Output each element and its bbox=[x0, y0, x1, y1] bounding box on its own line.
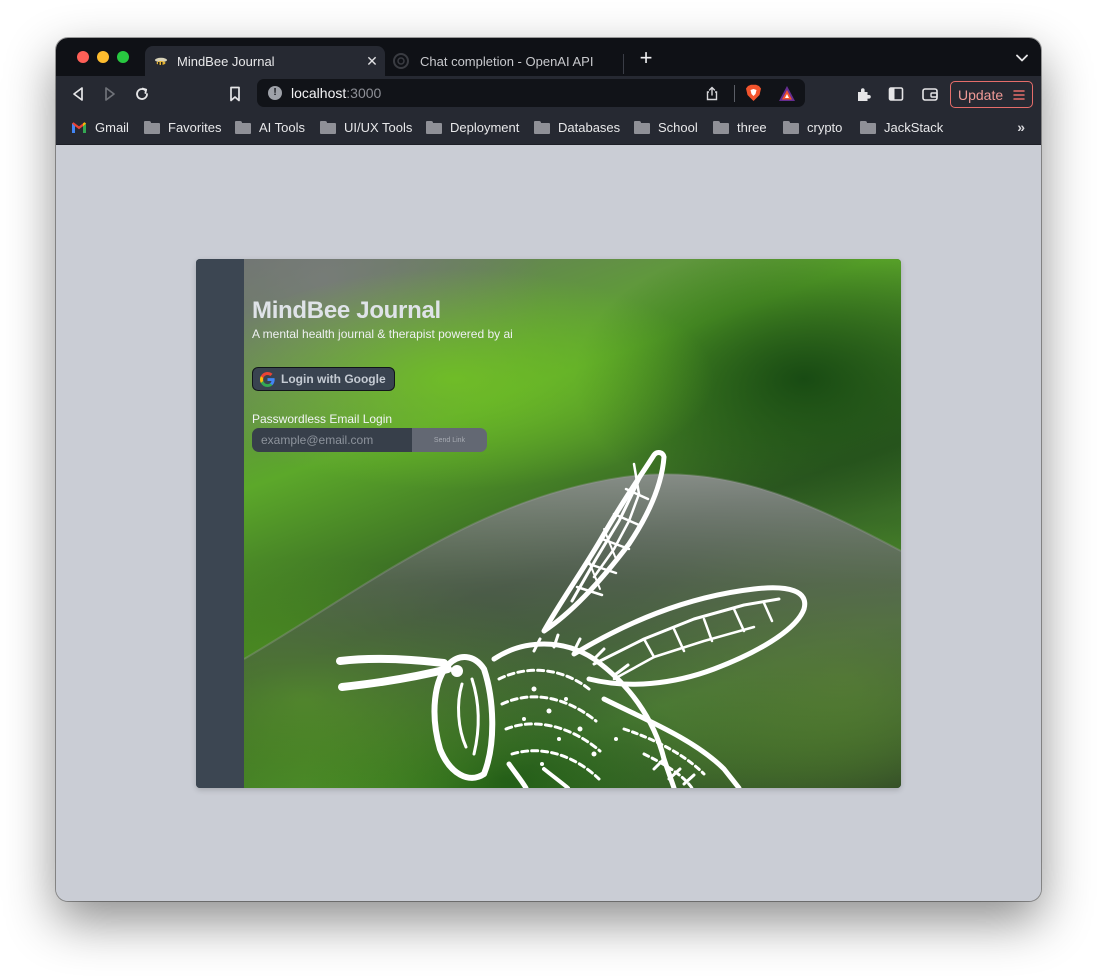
fullscreen-window-button[interactable] bbox=[117, 51, 129, 63]
openai-favicon-icon bbox=[393, 53, 409, 69]
folder-icon bbox=[144, 121, 160, 134]
brave-rewards-icon[interactable] bbox=[778, 85, 796, 102]
folder-icon bbox=[320, 121, 336, 134]
menu-icon bbox=[1013, 90, 1025, 100]
bookmark-label: three bbox=[737, 120, 767, 135]
folder-icon bbox=[235, 121, 251, 134]
send-link-button[interactable]: Send Link bbox=[412, 428, 487, 452]
new-tab-button[interactable]: + bbox=[636, 47, 656, 69]
folder-icon bbox=[534, 121, 550, 134]
bookmark-label: Databases bbox=[558, 120, 621, 135]
update-label: Update bbox=[958, 87, 1004, 103]
bookmark-label: UI/UX Tools bbox=[344, 120, 413, 135]
bookmark-folder-databases[interactable]: Databases bbox=[534, 120, 620, 135]
email-login-label: Passwordless Email Login bbox=[252, 412, 393, 426]
sidebar-toggle-icon[interactable] bbox=[886, 84, 906, 104]
app-sidebar bbox=[196, 259, 244, 788]
tab-strip: MindBee Journal ✕ Chat completion - Open… bbox=[56, 38, 1041, 76]
tab-title: Chat completion - OpenAI API bbox=[420, 53, 594, 69]
google-login-label: Login with Google bbox=[281, 372, 386, 386]
bookmarks-overflow-icon[interactable]: » bbox=[1017, 119, 1025, 135]
bookmark-folder-three[interactable]: three bbox=[713, 120, 767, 135]
share-icon[interactable] bbox=[705, 86, 719, 101]
folder-icon bbox=[860, 121, 876, 134]
site-info-icon[interactable]: ! bbox=[268, 86, 282, 100]
folder-icon bbox=[783, 121, 799, 134]
url-port: :3000 bbox=[346, 85, 382, 101]
google-login-button[interactable]: Login with Google bbox=[252, 367, 395, 391]
address-divider bbox=[734, 85, 735, 102]
url-text[interactable]: localhost:3000 bbox=[291, 85, 381, 101]
minimize-window-button[interactable] bbox=[97, 51, 109, 63]
email-login-form: Send Link bbox=[252, 428, 487, 452]
bookmark-folder-uiux-tools[interactable]: UI/UX Tools bbox=[320, 120, 412, 135]
folder-icon bbox=[426, 121, 442, 134]
bookmark-label: Gmail bbox=[95, 120, 129, 135]
app-title: MindBee Journal bbox=[252, 297, 441, 324]
bookmark-folder-favorites[interactable]: Favorites bbox=[144, 120, 221, 135]
login-card: MindBee Journal A mental health journal … bbox=[196, 259, 901, 788]
browser-window: MindBee Journal ✕ Chat completion - Open… bbox=[56, 38, 1041, 901]
tab-chat-completion[interactable]: Chat completion - OpenAI API bbox=[389, 46, 624, 76]
bee-favicon-icon bbox=[155, 57, 167, 65]
bookmark-folder-school[interactable]: School bbox=[634, 120, 698, 135]
email-input[interactable] bbox=[252, 428, 412, 452]
update-button[interactable]: Update bbox=[950, 81, 1033, 108]
wallet-icon[interactable] bbox=[920, 84, 940, 104]
bookmark-label: JackStack bbox=[884, 120, 944, 135]
bookmarks-bar: Gmail Favorites AI Tools UI/UX Tools Dep… bbox=[56, 112, 1041, 145]
reload-icon[interactable] bbox=[132, 84, 152, 104]
bookmark-folder-crypto[interactable]: crypto bbox=[783, 120, 842, 135]
bookmark-label: School bbox=[658, 120, 698, 135]
google-icon bbox=[260, 371, 275, 387]
url-host: localhost bbox=[291, 85, 347, 101]
close-window-button[interactable] bbox=[77, 51, 89, 63]
bookmark-folder-deployment[interactable]: Deployment bbox=[426, 120, 519, 135]
bookmark-label: crypto bbox=[807, 120, 843, 135]
bookmark-folder-ai-tools[interactable]: AI Tools bbox=[235, 120, 305, 135]
tab-title: MindBee Journal bbox=[177, 53, 275, 69]
tab-divider bbox=[623, 54, 624, 74]
tab-close-icon[interactable]: ✕ bbox=[364, 53, 380, 69]
forward-icon[interactable] bbox=[100, 84, 120, 104]
address-bar[interactable]: ! localhost:3000 bbox=[257, 79, 805, 107]
tab-mindbee-journal[interactable]: MindBee Journal ✕ bbox=[145, 46, 385, 76]
bookmark-gmail[interactable]: Gmail bbox=[71, 120, 129, 135]
gmail-icon bbox=[72, 122, 86, 133]
hero-panel: MindBee Journal A mental health journal … bbox=[244, 259, 901, 788]
bookmark-label: Favorites bbox=[168, 120, 222, 135]
page-viewport: MindBee Journal A mental health journal … bbox=[56, 145, 1041, 901]
folder-icon bbox=[713, 121, 729, 134]
bookmark-label: Deployment bbox=[450, 120, 520, 135]
brave-shields-icon[interactable] bbox=[745, 84, 762, 102]
browser-toolbar: ! localhost:3000 Update bbox=[56, 76, 1041, 112]
bookmark-icon[interactable] bbox=[225, 84, 245, 104]
app-subtitle: A mental health journal & therapist powe… bbox=[252, 327, 513, 341]
folder-icon bbox=[634, 121, 650, 134]
bookmark-label: AI Tools bbox=[259, 120, 306, 135]
chevron-down-icon[interactable] bbox=[1015, 51, 1029, 65]
bookmark-folder-jackstack[interactable]: JackStack bbox=[860, 120, 943, 135]
back-icon[interactable] bbox=[68, 84, 88, 104]
extensions-icon[interactable] bbox=[854, 84, 874, 104]
